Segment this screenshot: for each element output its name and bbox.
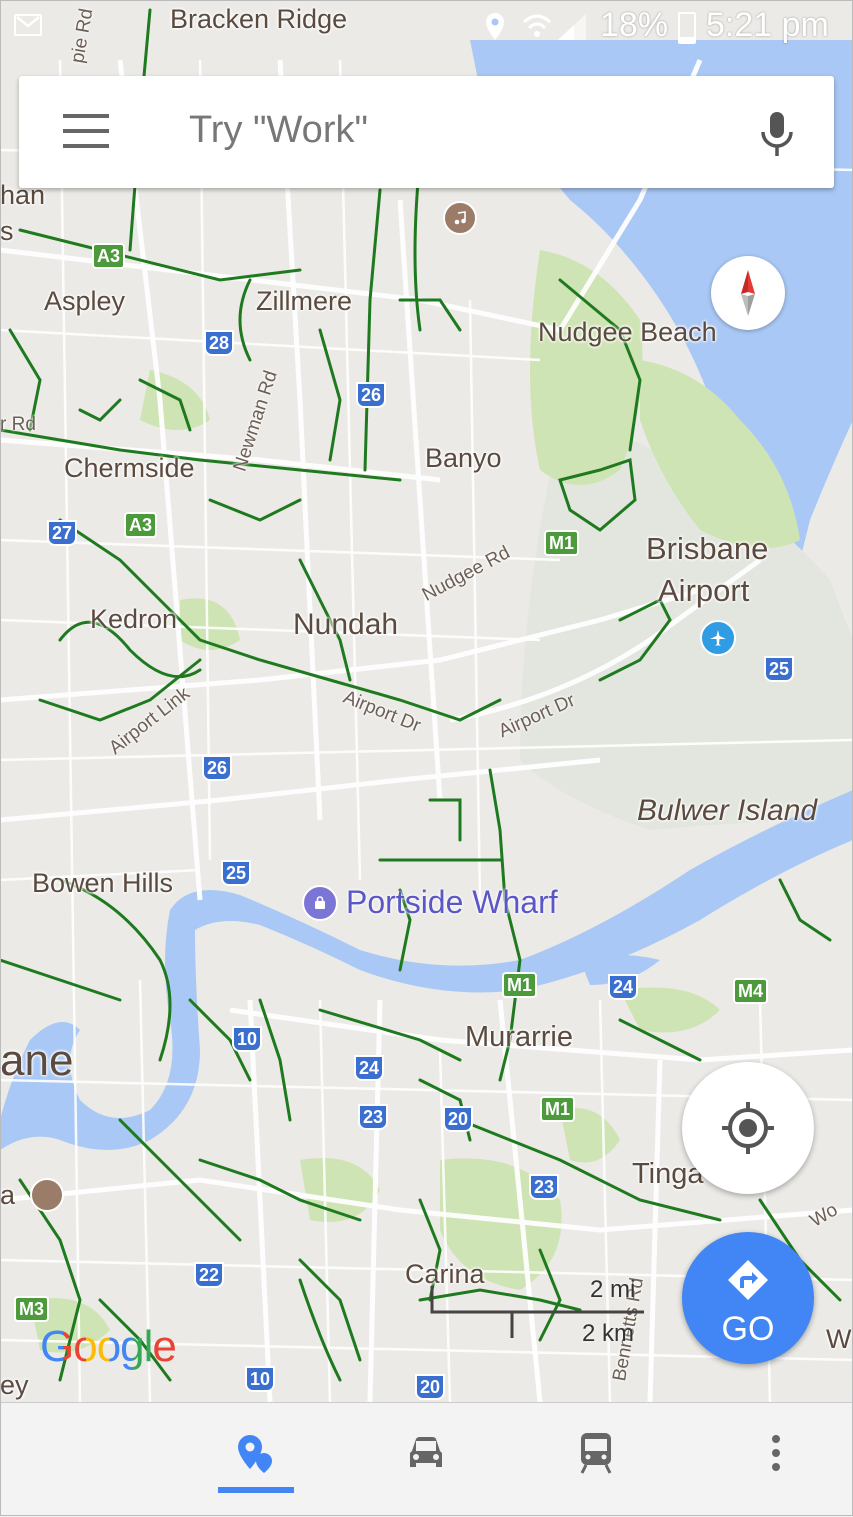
scale-miles: 2 mi — [590, 1276, 636, 1303]
route-shield: 25 — [221, 860, 252, 886]
place-brisbane-airport-line2: Airport — [658, 573, 750, 608]
route-shield: 10 — [232, 1026, 263, 1052]
compass-icon — [741, 270, 755, 316]
battery-icon — [678, 12, 696, 44]
place-chermside: Chermside — [64, 453, 195, 483]
place-zillmere: Zillmere — [256, 286, 353, 316]
place-edge-s: s — [0, 216, 14, 246]
place-murarrie: Murarrie — [465, 1021, 573, 1053]
poi-label: Portside Wharf — [346, 884, 558, 920]
route-shield: 22 — [194, 1262, 225, 1288]
microphone-icon[interactable] — [757, 110, 797, 160]
explore-tab[interactable] — [226, 1425, 286, 1481]
route-shield: 24 — [608, 974, 639, 1000]
more-options-tab[interactable] — [746, 1425, 806, 1481]
driving-tab[interactable] — [396, 1425, 456, 1481]
search-bar[interactable]: Try "Work" — [19, 76, 834, 188]
route-shield: A3 — [92, 243, 126, 269]
place-edge-ey: ey — [0, 1370, 29, 1400]
route-shield: 28 — [204, 330, 235, 356]
place-edge-a: a — [0, 1180, 16, 1210]
explore-icon — [238, 1435, 272, 1473]
wifi-icon — [520, 12, 554, 47]
route-shield: A3 — [124, 512, 158, 538]
route-shield: M3 — [14, 1296, 50, 1322]
gmail-notification-icon — [14, 14, 42, 36]
location-icon — [484, 12, 506, 47]
search-input[interactable]: Try "Work" — [189, 109, 368, 152]
active-tab-indicator — [218, 1487, 294, 1493]
route-shield: 25 — [764, 656, 795, 682]
cell-signal-icon — [556, 12, 588, 47]
compass-button[interactable] — [711, 256, 785, 330]
route-shield: 26 — [356, 382, 387, 408]
crosshair-icon — [722, 1102, 774, 1154]
battery-percent: 18% — [600, 6, 669, 44]
route-shield: 20 — [415, 1374, 446, 1400]
go-button[interactable]: GO — [682, 1232, 814, 1364]
scale-bar: 2 mi 2 km — [430, 1276, 650, 1366]
place-nundah: Nundah — [293, 608, 399, 641]
scale-km: 2 km — [582, 1320, 635, 1347]
airport-icon[interactable] — [700, 620, 736, 656]
more-icon — [772, 1435, 780, 1471]
menu-icon[interactable] — [63, 114, 109, 150]
place-brisbane-airport-line1: Brisbane — [646, 531, 769, 566]
route-shield: 20 — [443, 1106, 474, 1132]
status-bar: 18% 5:21 pm — [0, 0, 853, 56]
route-shield: 10 — [245, 1366, 276, 1392]
route-shield: M4 — [733, 978, 769, 1004]
poi-portside-wharf[interactable]: Portside Wharf — [302, 884, 558, 921]
route-shield: M1 — [544, 530, 580, 556]
my-location-button[interactable] — [682, 1062, 814, 1194]
route-shield: 23 — [358, 1104, 389, 1130]
transit-icon — [580, 1433, 612, 1474]
route-shield: 24 — [354, 1055, 385, 1081]
route-shield: 23 — [529, 1174, 560, 1200]
music-venue-icon[interactable] — [443, 201, 477, 235]
place-banyo: Banyo — [425, 443, 502, 473]
transit-tab[interactable] — [566, 1425, 626, 1481]
place-nudgee-beach: Nudgee Beach — [538, 317, 717, 347]
place-aspley: Aspley — [44, 286, 126, 316]
route-shield: M1 — [502, 972, 538, 998]
route-shield: 27 — [47, 520, 78, 546]
google-logo-text: Google — [40, 1322, 177, 1371]
route-shield: 26 — [202, 755, 233, 781]
landmark-icon[interactable] — [30, 1178, 64, 1212]
shopping-bag-icon — [302, 884, 338, 921]
place-edge-w: W — [826, 1324, 852, 1354]
google-logo: Google — [40, 1322, 177, 1372]
place-kedron: Kedron — [90, 604, 178, 634]
place-bowen-hills: Bowen Hills — [32, 868, 174, 898]
go-label: GO — [721, 1310, 775, 1348]
route-shield: M1 — [540, 1096, 576, 1122]
place-bulwer-island: Bulwer Island — [637, 794, 818, 827]
driving-icon — [410, 1437, 442, 1467]
road-label-r-rd: r Rd — [0, 414, 36, 435]
bottom-navigation — [0, 1402, 853, 1517]
clock: 5:21 pm — [706, 6, 829, 44]
place-brisbane-partial: ane — [0, 1036, 74, 1085]
